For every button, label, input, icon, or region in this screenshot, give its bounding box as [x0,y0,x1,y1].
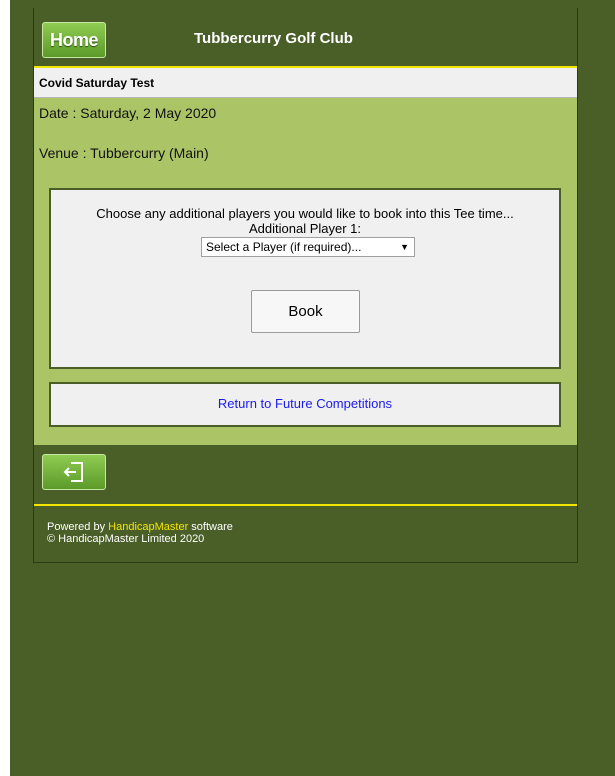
main-panel: Home Tubbercurry Golf Club Covid Saturda… [33,8,578,563]
return-to-future-competitions-link[interactable]: Return to Future Competitions [51,396,559,411]
competition-name: Covid Saturday Test [39,76,155,90]
powered-prefix: Powered by [47,521,109,533]
copyright-text: © HandicapMaster Limited 2020 [47,533,205,545]
book-button[interactable]: Book [251,290,360,333]
exit-button[interactable] [42,454,106,490]
competition-bar: Covid Saturday Test [34,68,577,98]
content-area: Date : Saturday, 2 May 2020 Venue : Tubb… [34,98,577,445]
powered-suffix: software [188,521,233,533]
competition-venue: Venue : Tubbercurry (Main) [39,145,209,161]
booking-panel: Choose any additional players you would … [49,188,561,369]
competition-date: Date : Saturday, 2 May 2020 [39,105,217,121]
header-bar: Home Tubbercurry Golf Club [34,8,577,68]
return-panel: Return to Future Competitions [49,382,561,427]
home-button[interactable]: Home [42,22,106,58]
dropdown-arrow-icon: ▼ [400,242,409,252]
handicapmaster-link[interactable]: HandicapMaster [108,521,188,533]
booking-instructions: Choose any additional players you would … [96,206,514,221]
additional-player-label: Additional Player 1: [248,221,361,236]
footer-nav-bar [34,445,577,506]
additional-player-select-value: Select a Player (if required)... [206,240,362,254]
additional-player-select[interactable]: Select a Player (if required)... ▼ [201,237,415,257]
exit-door-icon [63,462,83,482]
club-title: Tubbercurry Golf Club [194,30,353,47]
powered-by-text: Powered by HandicapMaster software © Han… [47,521,233,545]
